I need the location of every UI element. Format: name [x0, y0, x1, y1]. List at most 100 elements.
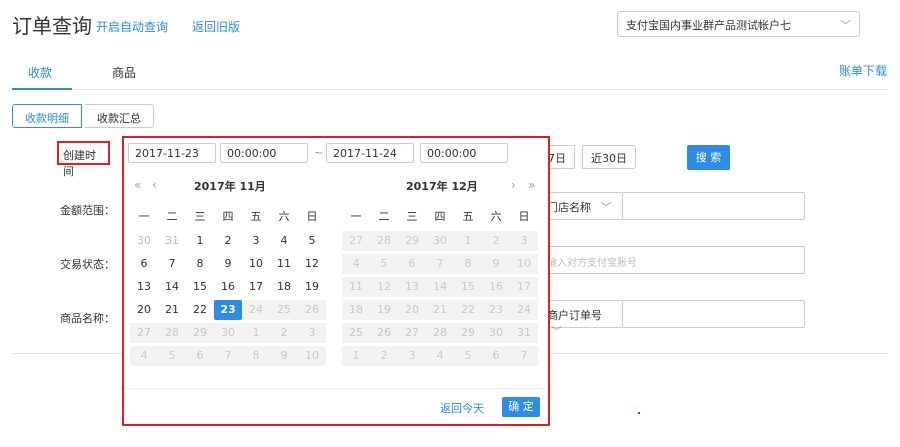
store-type-select[interactable]: 门店名称 ﹀	[540, 192, 622, 220]
calendar-day: 1	[342, 346, 370, 366]
left-weekday-3: 四	[222, 210, 234, 223]
right-weekday-4: 五	[462, 210, 474, 223]
calendar-day: 20	[398, 300, 426, 320]
counterparty-account-input[interactable]: 输入对方支付宝账号	[540, 246, 805, 274]
calendar-day[interactable]: 18	[270, 277, 298, 297]
calendar-day[interactable]: 2	[214, 231, 242, 251]
amount-range-label: 金额范围：	[60, 204, 115, 217]
calendar-day: 6	[398, 254, 426, 274]
calendar-day: 18	[342, 300, 370, 320]
confirm-button[interactable]: 确 定	[502, 397, 540, 417]
calendar-day: 29	[398, 231, 426, 251]
old-version-link[interactable]: 返回旧版	[192, 18, 240, 35]
calendar-day[interactable]: 11	[270, 254, 298, 274]
calendar-day: 10	[510, 254, 538, 274]
calendar-day[interactable]: 1	[186, 231, 214, 251]
order-type-value: 商户订单号	[547, 309, 602, 322]
right-weekday-3: 四	[434, 210, 446, 223]
calendar-day: 8	[454, 254, 482, 274]
calendar-day: 27	[398, 323, 426, 343]
calendar-day[interactable]: 15	[186, 277, 214, 297]
left-weekday-6: 日	[306, 210, 318, 223]
calendar-day[interactable]: 20	[130, 300, 158, 320]
end-date-input[interactable]: 2017-11-24	[326, 143, 414, 163]
account-select-value: 支付宝国内事业群产品测试帐户七	[626, 19, 791, 32]
calendar-day[interactable]: 3	[242, 231, 270, 251]
calendar-day: 14	[426, 277, 454, 297]
auto-query-link[interactable]: 开启自动查询	[96, 18, 168, 35]
left-weekday-2: 三	[194, 210, 206, 223]
calendar-day: 30	[426, 231, 454, 251]
calendar-day: 8	[242, 346, 270, 366]
calendar-day: 30	[214, 323, 242, 343]
calendar-day[interactable]: 6	[130, 254, 158, 274]
order-number-input[interactable]	[622, 300, 805, 328]
chevron-down-icon: ﹀	[840, 19, 851, 32]
red-dot-marker	[638, 412, 640, 414]
bill-download-link[interactable]: 账单下载	[839, 62, 887, 79]
counterparty-placeholder: 输入对方支付宝账号	[547, 258, 637, 269]
next-year-icon[interactable]: »	[528, 178, 535, 192]
calendar-day: 6	[186, 346, 214, 366]
calendar-day: 24	[510, 300, 538, 320]
right-weekday-6: 日	[518, 210, 530, 223]
calendar-day[interactable]: 31	[158, 231, 186, 251]
calendar-day[interactable]: 9	[214, 254, 242, 274]
calendar-day[interactable]: 22	[186, 300, 214, 320]
calendar-day: 28	[426, 323, 454, 343]
calendar-day[interactable]: 5	[298, 231, 326, 251]
calendar-day[interactable]: 17	[242, 277, 270, 297]
left-weekday-1: 二	[166, 210, 178, 223]
subtab-receipt-detail[interactable]: 收款明细	[12, 104, 82, 128]
calendar-day[interactable]: 21	[158, 300, 186, 320]
calendar-day[interactable]: 12	[298, 254, 326, 274]
calendar-day[interactable]: 13	[130, 277, 158, 297]
calendar-day: 21	[426, 300, 454, 320]
calendar-day: 6	[482, 346, 510, 366]
store-name-input[interactable]	[622, 192, 805, 220]
calendar-day[interactable]: 30	[130, 231, 158, 251]
chevron-down-icon: ﹀	[551, 325, 562, 338]
start-time-input[interactable]: 00:00:00	[220, 143, 308, 163]
trade-status-label: 交易状态：	[60, 258, 115, 271]
calendar-day[interactable]: 16	[214, 277, 242, 297]
calendar-day[interactable]: 19	[298, 277, 326, 297]
calendar-day: 27	[130, 323, 158, 343]
calendar-day[interactable]: 4	[270, 231, 298, 251]
calendar-day[interactable]: 8	[186, 254, 214, 274]
subtab-receipt-summary[interactable]: 收款汇总	[85, 104, 154, 128]
prev-year-icon[interactable]: «	[134, 178, 141, 192]
calendar-day: 5	[454, 346, 482, 366]
account-select[interactable]: 支付宝国内事业群产品测试帐户七 ﹀	[617, 11, 860, 37]
next-month-icon[interactable]: ›	[511, 178, 516, 192]
calendar-day: 9	[482, 254, 510, 274]
order-type-select[interactable]: 商户订单号 ﹀	[540, 300, 622, 338]
date-range-picker[interactable]: 2017-11-23 00:00:00 ~ 2017-11-24 00:00:0…	[122, 136, 550, 426]
tabs-divider	[12, 89, 888, 90]
prev-month-icon[interactable]: ‹	[152, 178, 157, 192]
quick-30-days[interactable]: 近30日	[582, 145, 636, 169]
tab-receipts[interactable]: 收款	[28, 64, 52, 81]
calendar-day: 19	[370, 300, 398, 320]
created-time-label: 创建时间	[57, 141, 110, 178]
calendar-day: 13	[398, 277, 426, 297]
calendar-day[interactable]: 23	[214, 300, 242, 320]
calendar-day: 29	[454, 323, 482, 343]
back-to-today-link[interactable]: 返回今天	[440, 400, 484, 416]
end-time-input[interactable]: 00:00:00	[420, 143, 508, 163]
calendar-day[interactable]: 10	[242, 254, 270, 274]
calendar-day: 9	[270, 346, 298, 366]
left-weekday-5: 六	[278, 210, 290, 223]
search-button[interactable]: 搜 索	[687, 145, 730, 170]
calendar-day: 5	[158, 346, 186, 366]
right-weekday-5: 六	[490, 210, 502, 223]
calendar-day[interactable]: 14	[158, 277, 186, 297]
calendar-day: 2	[270, 323, 298, 343]
start-date-input[interactable]: 2017-11-23	[128, 143, 216, 163]
calendar-day[interactable]: 7	[158, 254, 186, 274]
right-month-title: 2017年 12月	[406, 180, 478, 193]
calendar-day: 24	[242, 300, 270, 320]
calendar-day: 11	[342, 277, 370, 297]
store-type-value: 门店名称	[547, 201, 591, 214]
tab-goods[interactable]: 商品	[112, 64, 136, 81]
